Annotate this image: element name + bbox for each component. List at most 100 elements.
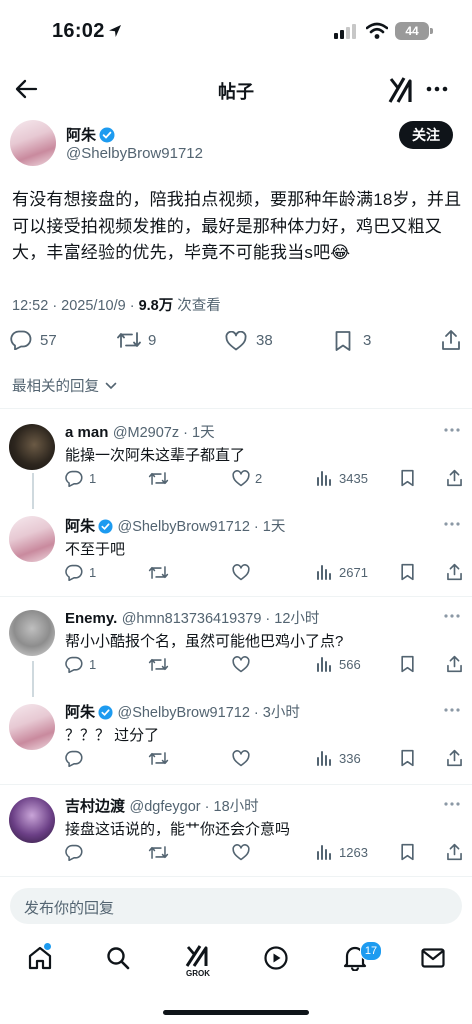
bookmark-icon[interactable] [400,749,415,767]
more-icon[interactable] [444,428,460,432]
more-icon[interactable] [444,428,460,432]
like-icon[interactable] [232,470,250,487]
reply-icon[interactable] [65,844,83,861]
reply-icon[interactable] [65,656,83,673]
bookmark-icon[interactable] [400,469,415,487]
repost-icon[interactable] [148,845,169,860]
reply-icon[interactable] [65,750,83,767]
more-icon[interactable] [444,802,460,806]
post-author[interactable]: 阿朱 [66,124,115,145]
share-icon[interactable] [446,469,463,487]
repost-icon[interactable] [148,565,169,580]
reply-icon[interactable] [65,844,83,861]
repost-icon[interactable] [148,751,169,766]
bookmark-icon[interactable] [400,563,415,581]
reply-icon[interactable] [65,656,83,673]
avatar[interactable] [9,516,55,562]
views-icon[interactable] [316,750,332,766]
reply-icon[interactable] [65,470,83,487]
like-icon[interactable] [232,656,250,673]
reply-header[interactable]: 阿朱 @ShelbyBrow91712 · 1天 [65,515,285,536]
share-icon[interactable] [446,843,463,861]
bookmark-icon[interactable] [400,843,415,861]
views-count: 3435 [339,471,368,486]
views-icon[interactable] [316,656,332,672]
more-icon[interactable] [444,708,460,712]
bookmark-icon[interactable] [400,655,415,673]
bookmark-icon[interactable] [400,655,415,673]
avatar[interactable] [9,704,55,750]
like-icon[interactable] [232,564,250,581]
views-icon[interactable] [316,564,332,580]
bookmark-count: 3 [363,332,372,349]
share-icon[interactable] [446,563,463,581]
more-icon[interactable] [426,86,448,92]
views-icon[interactable] [316,656,332,672]
like-icon[interactable] [232,750,250,767]
reply-header[interactable]: a man @M2907z · 1天 [65,421,215,442]
reply-header[interactable]: 阿朱 @ShelbyBrow91712 · 3小时 [65,701,300,722]
more-icon[interactable] [444,522,460,526]
repost-icon[interactable] [148,657,169,672]
mail-icon[interactable] [421,948,445,968]
like-icon[interactable] [232,564,250,581]
repost-icon[interactable] [148,657,169,672]
share-icon[interactable] [446,563,463,581]
reply-icon[interactable] [65,564,83,581]
avatar[interactable] [10,120,56,166]
share-icon[interactable] [446,469,463,487]
grok-icon[interactable] [185,944,211,968]
like-icon[interactable] [225,331,247,351]
repost-icon[interactable] [148,471,169,486]
repost-icon[interactable] [148,845,169,860]
repost-icon[interactable] [116,331,142,349]
like-icon[interactable] [232,656,250,673]
reply-icon[interactable] [65,750,83,767]
follow-button[interactable]: 关注 [399,121,453,149]
share-icon[interactable] [446,655,463,673]
avatar[interactable] [9,610,55,656]
bookmark-icon[interactable] [400,749,415,767]
like-icon[interactable] [232,844,250,861]
reply-icon[interactable] [10,330,32,350]
avatar[interactable] [9,797,55,843]
repost-icon[interactable] [148,751,169,766]
views-count: 1263 [339,845,368,860]
views-icon[interactable] [316,470,332,486]
like-icon[interactable] [232,750,250,767]
reply-header[interactable]: 吉村边渡 @dgfeygor · 18小时 [65,795,259,816]
views-icon[interactable] [316,844,332,860]
share-icon[interactable] [446,655,463,673]
avatar[interactable] [9,424,55,470]
grok-icon[interactable] [388,76,414,104]
repost-icon[interactable] [148,565,169,580]
bookmark-icon[interactable] [400,843,415,861]
more-icon[interactable] [444,614,460,618]
reply-icon[interactable] [65,470,83,487]
share-icon[interactable] [446,749,463,767]
repost-icon[interactable] [148,471,169,486]
views-icon[interactable] [316,564,332,580]
reply-header[interactable]: Enemy. @hmn813736419379 · 12小时 [65,607,319,628]
like-icon[interactable] [232,844,250,861]
more-icon[interactable] [444,802,460,806]
views-icon[interactable] [316,750,332,766]
share-icon[interactable] [446,843,463,861]
replies-sort-dropdown[interactable]: 最相关的回复 [12,375,117,396]
more-icon[interactable] [444,522,460,526]
bookmark-icon[interactable] [334,330,352,352]
more-icon[interactable] [444,708,460,712]
views-icon[interactable] [316,844,332,860]
bookmark-icon[interactable] [400,563,415,581]
reply-icon[interactable] [65,564,83,581]
reply-text: ？？？ 过分了 [65,727,160,744]
bookmark-icon[interactable] [400,469,415,487]
search-icon[interactable] [106,946,130,970]
like-icon[interactable] [232,470,250,487]
views-icon[interactable] [316,470,332,486]
share-icon[interactable] [446,749,463,767]
more-icon[interactable] [444,614,460,618]
author-handle[interactable]: @ShelbyBrow91712 [66,145,203,162]
share-icon[interactable] [441,329,461,351]
play-icon[interactable] [264,946,288,970]
